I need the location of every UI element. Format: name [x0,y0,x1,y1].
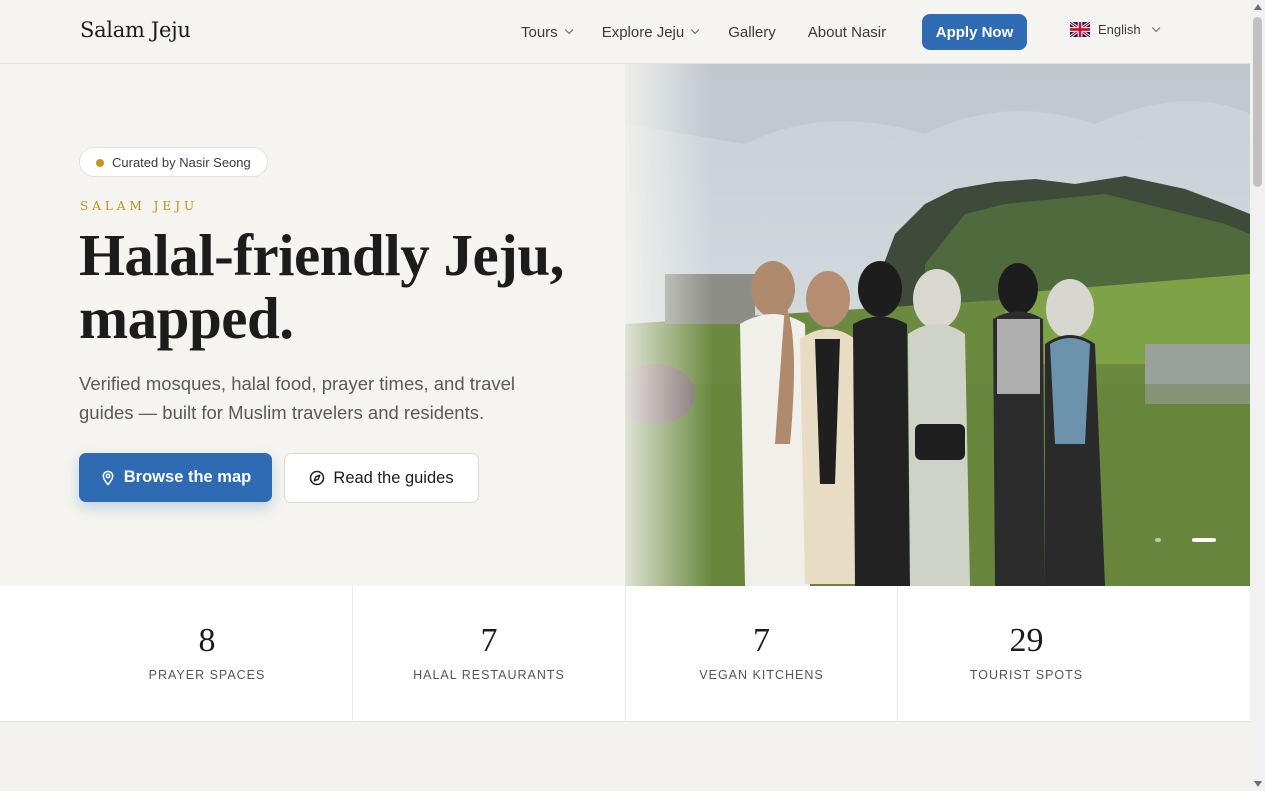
scroll-up-arrow-icon[interactable] [1254,4,1262,10]
stat-value: 7 [480,622,498,659]
scroll-thumb[interactable] [1253,17,1262,187]
button-label: Read the guides [333,468,454,487]
stat-label: VEGAN KITCHENS [699,668,824,682]
scroll-down-arrow-icon[interactable] [1254,781,1262,787]
site-logo[interactable]: Salam Jeju [80,18,191,42]
stat-tourist-spots: 29 TOURIST SPOTS [897,586,1155,722]
next-section [0,722,1250,791]
status-dot [96,159,104,167]
stat-vegan-kitchens: 7 VEGAN KITCHENS [625,586,897,722]
uk-flag-icon [1070,22,1090,37]
nav-label: Explore Jeju [601,23,685,41]
stat-halal-restaurants: 7 HALAL RESTAURANTS [352,586,625,722]
curator-badge: Curated by Nasir Seong [79,147,268,177]
stat-label: TOURIST SPOTS [969,668,1084,682]
carousel-dot[interactable] [1155,538,1161,542]
language-label: English [1098,22,1141,37]
language-selector[interactable]: English [1070,22,1161,37]
chevron-down-icon [564,25,574,35]
site-header: Salam Jeju Tours Explore Jeju Gallery Ab… [0,0,1250,64]
stat-label: HALAL RESTAURANTS [413,668,565,682]
read-guides-button[interactable]: Read the guides [284,453,479,503]
hero-photo [625,64,1250,586]
button-label: Browse the map [123,468,252,486]
compass-icon [310,470,325,486]
nav-label: About Nasir [807,23,887,41]
nav-label: Tours [521,23,558,41]
hero-description: Verified mosques, halal food, prayer tim… [79,373,516,423]
nav-item-gallery[interactable]: Gallery [728,24,776,41]
badge-text: Curated by Nasir Seong [112,154,251,170]
hero-eyebrow: SALAM JEJU [80,199,199,213]
group-photo-illustration [625,64,1250,586]
stat-value: 7 [753,622,770,659]
stat-label: PRAYER SPACES [148,668,266,682]
map-pin-icon [102,470,114,486]
hero-headline: Halal-friendly Jeju, mapped. [79,222,564,351]
nav-item-tours[interactable]: Tours [521,23,574,41]
chevron-down-icon [1151,23,1161,32]
stats-strip: 8 PRAYER SPACES 7 HALAL RESTAURANTS 7 VE… [0,586,1250,722]
stat-prayer-spaces: 8 PRAYER SPACES [62,586,352,722]
carousel-dot-active[interactable] [1192,538,1216,542]
nav-item-about-nasir[interactable]: About Nasir [808,24,886,41]
stat-value: 8 [198,622,216,659]
nav-item-explore-jeju[interactable]: Explore Jeju [601,23,700,41]
page-scrollbar[interactable] [1250,0,1265,791]
main-nav: Tours Explore Jeju Gallery About Nasir [521,0,918,64]
apply-now-button[interactable]: Apply Now [922,14,1027,50]
stat-value: 29 [1009,622,1044,659]
nav-label: Gallery [728,23,776,41]
browse-map-button[interactable]: Browse the map [79,453,272,502]
chevron-down-icon [691,25,700,35]
